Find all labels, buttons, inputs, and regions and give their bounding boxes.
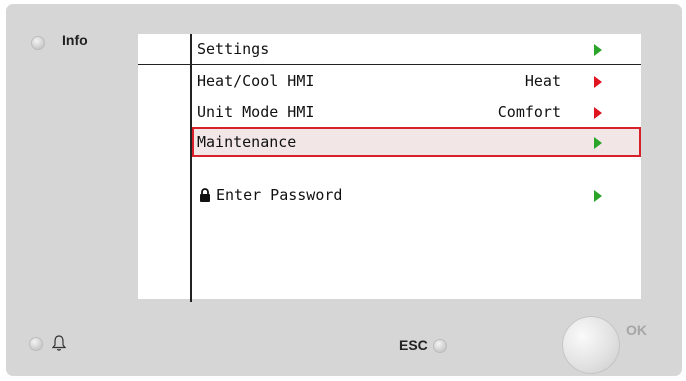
menu-item-label: Heat/Cool HMI (197, 72, 315, 90)
arrow-right-icon (594, 107, 602, 119)
menu-header-settings: Settings (192, 34, 641, 64)
arrow-right-icon (594, 76, 602, 88)
menu-item-label: Maintenance (197, 133, 297, 151)
ok-button[interactable] (562, 316, 620, 374)
menu-item-enter-password[interactable]: Enter Password (192, 180, 641, 210)
menu-item-label: Enter Password (216, 186, 343, 204)
menu-item-value: Heat (524, 72, 561, 90)
info-led[interactable] (31, 36, 45, 50)
menu-divider-horizontal (138, 64, 641, 65)
alarm-led[interactable] (29, 337, 43, 351)
menu-item-heat-cool[interactable]: Heat/Cool HMI Heat (192, 66, 641, 96)
display-screen: Settings Heat/Cool HMI Heat Unit Mode HM… (138, 34, 641, 302)
hmi-panel: Info Settings Heat/Cool HMI Heat Unit Mo… (6, 4, 682, 376)
menu-item-label: Unit Mode HMI (197, 103, 315, 121)
arrow-right-icon (594, 190, 602, 202)
menu-item-value: Comfort (497, 103, 561, 121)
menu-item-maintenance[interactable]: Maintenance (192, 127, 641, 157)
lock-icon (200, 188, 210, 202)
esc-label: ESC (399, 337, 428, 353)
info-label: Info (62, 32, 88, 48)
arrow-right-icon (594, 137, 602, 149)
ok-label: OK (626, 322, 647, 338)
menu-header-arrow-icon (594, 44, 602, 56)
menu-header-title: Settings (197, 40, 270, 58)
menu-item-unit-mode[interactable]: Unit Mode HMI Comfort (192, 97, 641, 127)
esc-button[interactable] (433, 339, 447, 353)
bell-icon[interactable] (51, 334, 67, 352)
